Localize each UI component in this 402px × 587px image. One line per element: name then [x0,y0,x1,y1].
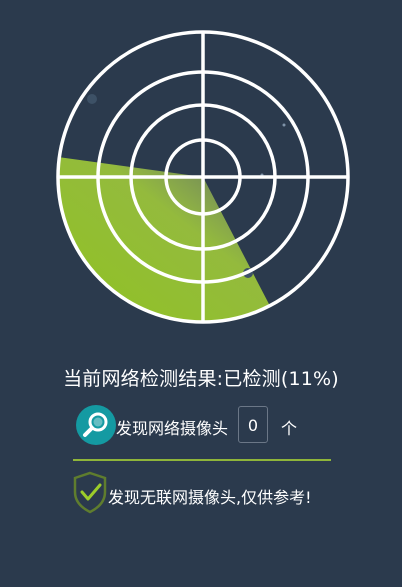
network-camera-row: 发现网络摄像头 0 个 [76,405,336,445]
offline-camera-row: 发现无联网摄像头,仅供参考! [72,470,352,516]
divider [73,459,331,461]
offline-camera-text: 发现无联网摄像头,仅供参考! [108,488,312,507]
camera-count-field: 0 [238,406,268,443]
scan-status-text: 当前网络检测结果:已检测(11%) [63,368,339,390]
network-camera-label: 发现网络摄像头 [116,419,229,438]
search-icon [76,405,116,445]
radar-dot [87,94,97,104]
shield-check-icon [73,471,107,514]
radar-scanner [56,30,350,324]
count-unit: 个 [281,419,298,438]
radar-dot [282,123,286,127]
